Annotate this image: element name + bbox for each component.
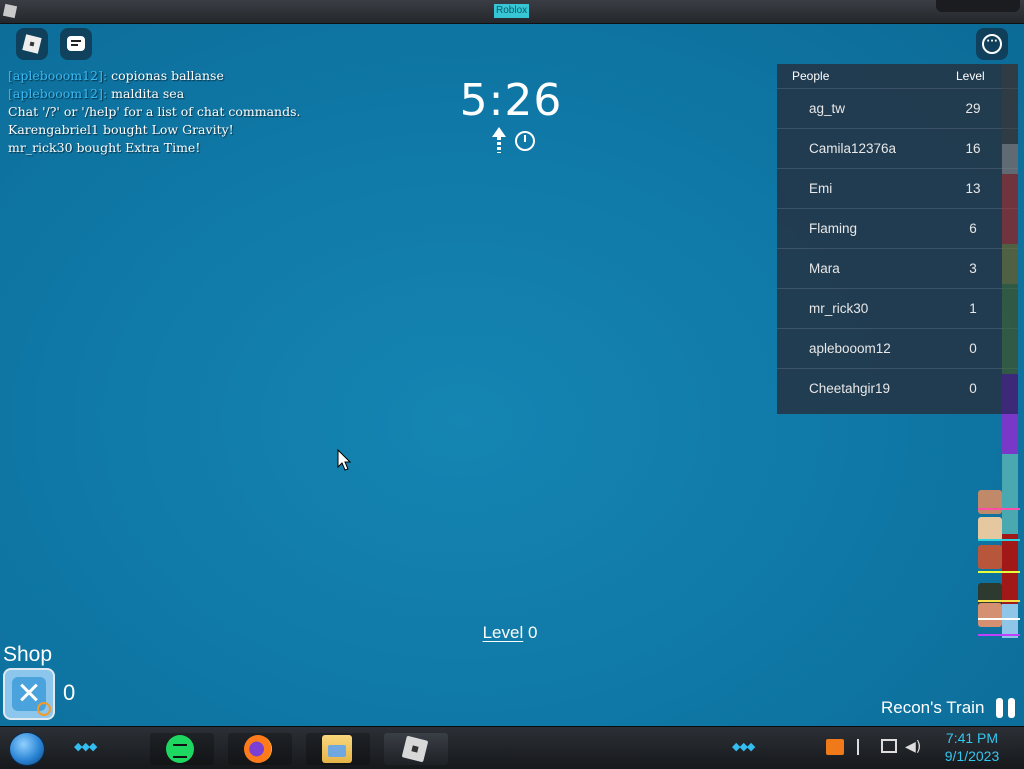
leaderboard-row[interactable]: Emi 13: [777, 168, 1018, 208]
file-explorer-icon: [322, 735, 352, 763]
tray-app-icon[interactable]: [826, 739, 844, 755]
roblox-icon: [401, 735, 429, 763]
chat-sender[interactable]: [aplebooom12]:: [8, 68, 107, 83]
player-level: 3: [969, 261, 977, 276]
taskbar: ◆◆◆ ◆◆◆ ◀) 7:41 PM 9/1/2023: [0, 726, 1024, 769]
window-title: Roblox: [494, 4, 530, 18]
leaderboard-row[interactable]: Camila12376a 16: [777, 128, 1018, 168]
window-titlebar: Roblox: [0, 0, 1024, 24]
clock-time: 7:41 PM: [945, 730, 999, 746]
chat-line: [aplebooom12]: maldita sea: [8, 85, 428, 103]
chat-message: mr_rick30 bought Extra Time!: [8, 140, 201, 155]
leaderboard-row[interactable]: aplebooom12 0: [777, 328, 1018, 368]
player-name: ag_tw: [809, 101, 846, 116]
chat-line: Karengabriel1 bought Low Gravity!: [8, 121, 428, 139]
leaderboard-header: People Level: [777, 64, 1018, 88]
chat-message: maldita sea: [111, 86, 185, 101]
roblox-logo-icon: [22, 34, 42, 54]
player-name: Flaming: [809, 221, 858, 236]
firefox-icon: [244, 735, 272, 763]
window-controls[interactable]: [936, 0, 1020, 12]
player-name: Camila12376a: [809, 141, 897, 156]
coin-count: 0: [63, 680, 76, 705]
spotify-icon: [166, 735, 194, 763]
player-name: Emi: [809, 181, 833, 196]
more-options-button[interactable]: ···: [976, 28, 1008, 60]
shop-label: Shop: [3, 643, 53, 666]
chat-line: [aplebooom12]: copionas ballanse: [8, 67, 428, 85]
network-icon[interactable]: [881, 739, 897, 753]
volume-icon[interactable]: ◀): [905, 739, 923, 755]
leaderboard: People Level ag_tw 29 Camila12376a 16 Emi 1…: [777, 64, 1018, 414]
player-level: 1: [969, 301, 977, 316]
roblox-window-icon: [2, 3, 18, 19]
chat-toggle-button[interactable]: [60, 28, 92, 60]
leaderboard-col-people: People: [792, 69, 830, 83]
chat-message: Karengabriel1 bought Low Gravity!: [8, 122, 234, 137]
player-name: Mara: [809, 261, 840, 276]
low-gravity-icon: [492, 127, 506, 153]
train-label: Recon's Train: [881, 698, 985, 717]
leaderboard-row[interactable]: Flaming 6: [777, 208, 1018, 248]
more-options-icon: ···: [982, 34, 1002, 54]
chat-line: Chat '/?' or '/help' for a list of chat …: [8, 103, 428, 121]
mouse-cursor-icon: [337, 449, 351, 471]
player-level: 0: [969, 381, 977, 396]
leaderboard-row[interactable]: ag_tw 29: [777, 88, 1018, 128]
chat-icon: [67, 36, 85, 51]
player-level: 0: [969, 341, 977, 356]
pause-icon[interactable]: [996, 698, 1018, 718]
player-name: mr_rick30: [809, 301, 869, 316]
clock-date: 9/1/2023: [944, 748, 1000, 764]
tower-progress-strip: [1002, 64, 1018, 638]
chat-message: Chat '/?' or '/help' for a list of chat …: [8, 104, 301, 119]
start-button[interactable]: [9, 732, 45, 766]
player-avatar: [978, 603, 1002, 627]
roblox-menu-button[interactable]: [16, 28, 48, 60]
shop-button[interactable]: [3, 668, 55, 720]
level-indicator: Level 0: [470, 623, 550, 643]
flag-icon[interactable]: [857, 739, 877, 755]
taskbar-app-firefox[interactable]: [228, 733, 292, 765]
round-timer: 5:26: [459, 75, 563, 126]
player-level: 6: [969, 221, 977, 236]
extra-time-icon: [515, 131, 535, 151]
leaderboard-row[interactable]: Cheetahgir19 0: [777, 368, 1018, 408]
leaderboard-row[interactable]: mr_rick30 1: [777, 288, 1018, 328]
player-level: 13: [965, 181, 981, 196]
level-label: Level: [482, 623, 524, 642]
player-name: aplebooom12: [809, 341, 891, 356]
player-name: Cheetahgir19: [809, 381, 891, 396]
level-value: 0: [527, 623, 538, 642]
coin-icon: [37, 702, 51, 716]
chat-line: mr_rick30 bought Extra Time!: [8, 139, 428, 157]
leaderboard-col-level: Level: [956, 69, 985, 83]
taskbar-chevron-icon: ◆◆◆: [732, 740, 755, 753]
timer-icons: [488, 127, 548, 155]
taskbar-app-explorer[interactable]: [306, 733, 370, 765]
taskbar-app-roblox[interactable]: [384, 733, 448, 765]
chat-message: copionas ballanse: [111, 68, 224, 83]
taskbar-app-spotify[interactable]: [150, 733, 214, 765]
player-avatar: [978, 545, 1002, 569]
player-avatar: [978, 517, 1002, 541]
player-level: 29: [965, 101, 981, 116]
taskbar-clock[interactable]: 7:41 PM 9/1/2023: [936, 729, 1008, 765]
chat-sender[interactable]: [aplebooom12]:: [8, 86, 107, 101]
taskbar-chevron-icon: ◆◆◆: [74, 740, 97, 753]
chat-log: [aplebooom12]: copionas ballanse [aplebo…: [8, 67, 428, 157]
player-avatar: [978, 490, 1002, 514]
player-level: 16: [965, 141, 981, 156]
leaderboard-row[interactable]: Mara 3: [777, 248, 1018, 288]
